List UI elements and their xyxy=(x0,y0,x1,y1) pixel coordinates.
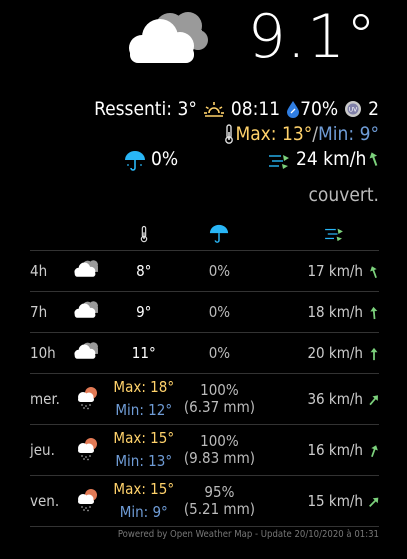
forecast-day-row: ven. Max: 15° Min: 9° 95% (5.21 mm) 15 km/… xyxy=(30,475,379,527)
hour-rain: 0% xyxy=(181,332,258,374)
precip-value: 0% xyxy=(151,148,179,170)
forecast-hour-row: 4h 8° 0% 17 km/h xyxy=(30,250,379,292)
arrow-icon xyxy=(370,347,378,360)
day-name: ven. xyxy=(30,475,69,527)
arrow-icon xyxy=(369,394,378,405)
arrow-icon xyxy=(370,306,378,319)
feels-like: Ressenti: 3° xyxy=(94,98,197,120)
day-rain-pct: 95% xyxy=(204,483,235,501)
cloudy-icon xyxy=(129,12,208,63)
day-min: Min: 9° xyxy=(119,503,168,521)
hour-time: 4h xyxy=(30,250,69,292)
cloudy-icon xyxy=(74,342,99,359)
hour-temp: 11° xyxy=(106,332,182,374)
uv-icon: UV xyxy=(345,101,362,117)
day-rain-mm: (5.21 mm) xyxy=(183,500,255,518)
svg-text:UV: UV xyxy=(349,107,358,114)
hour-wind: 20 km/h xyxy=(307,344,363,362)
arrow-icon xyxy=(370,265,377,278)
hour-wind: 18 km/h xyxy=(307,303,363,321)
day-min: Min: 12° xyxy=(115,401,173,419)
humidity-value: 70% xyxy=(300,98,339,120)
arrow-icon xyxy=(369,497,379,507)
day-wind: 16 km/h xyxy=(307,441,363,459)
day-max: Max: 15° xyxy=(113,480,175,498)
day-name: jeu. xyxy=(30,424,69,476)
umbrella-icon xyxy=(210,224,229,243)
forecast-table: 4h 8° 0% 17 km/h 7h 9° 0% 18 km/h 10h 11… xyxy=(30,222,379,527)
current-details-row: Ressenti: 3° 08:11 70% UV 2 xyxy=(94,98,379,120)
arrow-icon xyxy=(371,444,378,457)
uv-value: 2 xyxy=(368,98,379,120)
day-rain-pct: 100% xyxy=(200,381,239,399)
hour-rain: 0% xyxy=(181,250,258,292)
wind-icon xyxy=(325,228,343,242)
current-temperature: 9.1° xyxy=(247,2,377,72)
day-max: Max: 18° xyxy=(113,378,175,396)
hour-rain: 0% xyxy=(181,291,258,333)
day-min: Min: 13° xyxy=(115,452,173,470)
precip-wind-row: 0% 24 km/h xyxy=(0,148,380,174)
min-max-row: Max: 13° / Min: 9° xyxy=(223,123,379,145)
day-wind: 36 km/h xyxy=(307,390,363,408)
sun-icon xyxy=(203,102,224,117)
hour-wind: 17 km/h xyxy=(307,262,363,280)
day-rain-mm: (9.83 mm) xyxy=(183,449,255,467)
wind-icon xyxy=(269,155,289,169)
forecast-day-row: mer. Max: 18° Min: 12° 100% (6.37 mm) 36 k… xyxy=(30,373,379,425)
footer-attribution: Powered by Open Weather Map - Update 20/… xyxy=(117,529,379,540)
table-header xyxy=(30,222,379,251)
day-max: Max: 15° xyxy=(113,429,175,447)
day-rain-mm: (6.37 mm) xyxy=(183,398,255,416)
forecast-hour-row: 10h 11° 0% 20 km/h xyxy=(30,332,379,374)
hour-temp: 8° xyxy=(106,250,182,292)
hour-time: 7h xyxy=(30,291,69,333)
thermometer-icon xyxy=(225,124,234,144)
hour-time: 10h xyxy=(30,332,69,374)
min-temp: Min: 9° xyxy=(318,123,379,145)
rain-cloud-icon xyxy=(78,387,98,410)
forecast-hour-row: 7h 9° 0% 18 km/h xyxy=(30,291,379,333)
thermometer-icon xyxy=(140,225,148,243)
arrow-icon xyxy=(369,152,378,166)
max-temp: Max: 13° xyxy=(235,123,313,145)
day-name: mer. xyxy=(30,373,69,425)
umbrella-icon xyxy=(125,151,145,171)
cloudy-icon xyxy=(74,301,99,318)
day-rain-pct: 100% xyxy=(200,432,239,450)
sunrise-time: 08:11 xyxy=(230,98,281,120)
wind-value: 24 km/h xyxy=(296,148,367,170)
day-wind: 15 km/h xyxy=(307,492,363,510)
rain-cloud-icon xyxy=(78,489,98,512)
droplet-icon xyxy=(287,101,300,118)
hour-temp: 9° xyxy=(106,291,182,333)
forecast-day-row: jeu. Max: 15° Min: 13° 100% (9.83 mm) 16 k… xyxy=(30,424,379,476)
rain-cloud-icon xyxy=(78,438,98,461)
weather-condition: couvert. xyxy=(308,184,379,206)
cloudy-icon xyxy=(74,260,99,277)
